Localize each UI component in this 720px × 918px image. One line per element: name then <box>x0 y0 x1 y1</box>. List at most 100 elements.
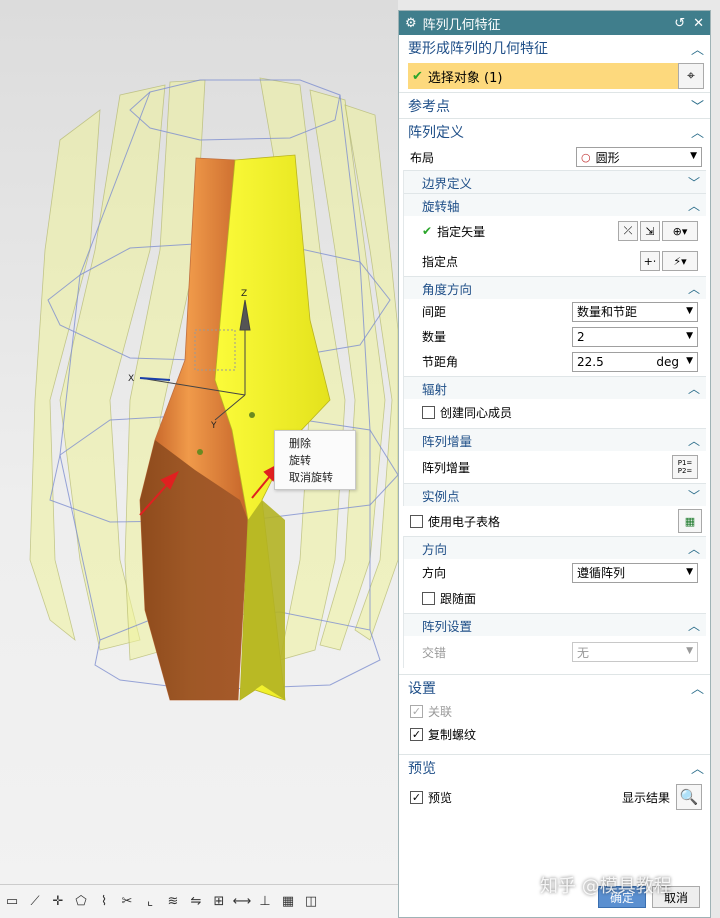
rotation-axis-header[interactable]: 旋转轴 ︿ <box>404 193 706 216</box>
specify-vector-row: ✔ 指定矢量 ⤫ ⇲ ⊕▾ <box>404 216 706 246</box>
instance-point-header[interactable]: 实例点 ﹀ <box>404 483 706 506</box>
radiate-title: 辐射 <box>422 381 448 397</box>
chevron-up-icon: ︿ <box>690 126 704 141</box>
specify-vector-label: 指定矢量 <box>437 224 486 239</box>
create-concentric-checkbox[interactable] <box>422 405 435 419</box>
bottom-toolbar: ▭ ⟋ ✛ ⬠ ⌇ ✂ ⌞ ≋ ⇋ ⊞ ⟷ ⊥ ▦ ◫ <box>0 884 398 918</box>
pattern-increment-label: 阵列增量 <box>422 460 471 475</box>
spacing-select[interactable]: 数量和节距 ▼ <box>572 301 698 322</box>
dialog-title-bar: ⚙ 阵列几何特征 ↺ ✕ <box>399 11 710 35</box>
direction-title: 方向 <box>422 541 448 557</box>
dropdown-arrow-icon: ▼ <box>686 646 693 656</box>
pattern-settings-header[interactable]: 阵列设置 ︿ <box>404 613 706 636</box>
dimension-icon[interactable]: ⟷ <box>232 892 252 912</box>
spreadsheet-row: 使用电子表格 ▦ <box>399 506 710 536</box>
pitch-angle-input[interactable]: 22.5 deg ▼ <box>572 351 698 372</box>
specify-point-row: 指定点 +⋅ ⚡▾ <box>404 246 706 276</box>
stagger-value: 无 <box>577 645 590 660</box>
layout-value: 圆形 <box>595 150 620 165</box>
circle-layout-icon: ○ <box>581 150 591 164</box>
crosshair-icon[interactable]: ⌖ <box>678 63 704 89</box>
point-type-dropdown[interactable]: ⚡▾ <box>662 251 698 271</box>
watermark: 知乎 @模具教程 <box>540 876 672 897</box>
mirror-icon[interactable]: ⇋ <box>186 892 206 912</box>
close-icon[interactable]: ✕ <box>693 16 704 31</box>
boundary-header[interactable]: 边界定义 ﹀ <box>404 170 706 193</box>
radiate-header[interactable]: 辐射 ︿ <box>404 376 706 399</box>
reference-point-header[interactable]: 参考点 ﹀ <box>399 92 710 118</box>
associative-checkbox: ✓ <box>410 704 423 718</box>
direction-body: 方向 ︿ 方向 遵循阵列 ▼ 跟随面 阵列设置 ︿ 交错 无 ▼ <box>403 536 706 668</box>
select-object-bar[interactable]: ✔ 选择对象 (1) ⌖ <box>408 63 704 89</box>
axis-z-label: Z <box>241 289 247 299</box>
pattern-definition-header[interactable]: 阵列定义 ︿ <box>399 118 710 144</box>
pattern-increment-icon[interactable]: P1= P2= <box>672 455 698 479</box>
axis-x-label: X <box>128 374 134 384</box>
count-label: 数量 <box>422 330 447 344</box>
chevron-up-icon: ︿ <box>690 682 704 697</box>
settings-title: 设置 <box>408 680 436 697</box>
geometry-section-header[interactable]: 要形成阵列的几何特征 ︿ <box>399 35 710 61</box>
chevron-down-icon: ﹀ <box>690 100 704 115</box>
constraint-icon[interactable]: ⊥ <box>255 892 275 912</box>
context-menu-rotate[interactable]: 旋转 <box>275 452 355 469</box>
curve-icon[interactable]: ⌇ <box>94 892 114 912</box>
count-row: 数量 2 ▼ <box>404 324 706 349</box>
point-dialog-icon[interactable]: +⋅ <box>640 251 660 271</box>
pattern-icon[interactable]: ⊞ <box>209 892 229 912</box>
angle-direction-header[interactable]: 角度方向 ︿ <box>404 276 706 299</box>
copy-threads-checkbox[interactable]: ✓ <box>410 727 423 741</box>
rectangle-icon[interactable]: ▭ <box>2 892 22 912</box>
instance-point-title: 实例点 <box>422 488 460 504</box>
shape-icon[interactable]: ⬠ <box>71 892 91 912</box>
grid-icon[interactable]: ▦ <box>278 892 298 912</box>
offset-icon[interactable]: ≋ <box>163 892 183 912</box>
select-object-label: 选择对象 (1) <box>427 70 503 86</box>
magnifier-icon[interactable]: 🔍 <box>676 784 702 810</box>
3d-viewport[interactable]: X Y Z 删除 旋转 取消旋转 <box>0 0 398 918</box>
pattern-increment-header[interactable]: 阵列增量 ︿ <box>404 428 706 451</box>
context-menu-delete[interactable]: 删除 <box>275 435 355 452</box>
show-result-label: 显示结果 <box>621 790 670 805</box>
reset-icon[interactable]: ↺ <box>674 16 685 31</box>
geometry-section-title: 要形成阵列的几何特征 <box>408 41 548 57</box>
dialog-title: 阵列几何特征 <box>422 17 501 33</box>
reference-point-title: 参考点 <box>408 98 450 115</box>
vector-type-dropdown[interactable]: ⊕▾ <box>662 221 698 241</box>
preview-title: 预览 <box>408 760 436 777</box>
use-spreadsheet-checkbox[interactable] <box>410 514 423 528</box>
rotation-axis-title: 旋转轴 <box>422 198 460 214</box>
direction-header[interactable]: 方向 ︿ <box>404 536 706 559</box>
settings-header[interactable]: 设置 ︿ <box>399 674 710 700</box>
direction-select[interactable]: 遵循阵列 ▼ <box>572 562 698 583</box>
context-menu-cancel-rotate[interactable]: 取消旋转 <box>275 469 355 486</box>
chevron-up-icon: ︿ <box>687 618 700 633</box>
spacing-row: 间距 数量和节距 ▼ <box>404 299 706 324</box>
checkmark-icon: ✔ <box>422 224 433 238</box>
use-spreadsheet-label: 使用电子表格 <box>428 514 501 529</box>
preview-checkbox[interactable]: ✓ <box>410 790 423 804</box>
plus-icon[interactable]: ✛ <box>48 892 68 912</box>
layout-select[interactable]: ○ 圆形 ▼ <box>576 147 702 167</box>
dropdown-arrow-icon: ▼ <box>686 355 693 366</box>
chevron-up-icon: ︿ <box>687 541 700 556</box>
axis-y-label: Y <box>210 421 217 431</box>
preview-header[interactable]: 预览 ︿ <box>399 754 710 780</box>
pitch-angle-label: 节距角 <box>422 355 459 369</box>
spreadsheet-icon[interactable]: ▦ <box>678 509 702 533</box>
vector-dialog-icon[interactable]: ⇲ <box>640 221 660 241</box>
trim-icon[interactable]: ✂ <box>117 892 137 912</box>
associative-label: 关联 <box>428 704 453 719</box>
follow-face-label: 跟随面 <box>440 591 477 606</box>
corner-icon[interactable]: ⌞ <box>140 892 160 912</box>
chevron-down-icon: ﹀ <box>687 175 700 190</box>
display-icon[interactable]: ◫ <box>301 892 321 912</box>
reverse-direction-icon[interactable]: ⤫ <box>618 221 638 241</box>
follow-face-checkbox[interactable] <box>422 591 435 605</box>
polyline-icon[interactable]: ⟋ <box>25 892 45 912</box>
count-input[interactable]: 2 ▼ <box>572 326 698 347</box>
context-menu: 删除 旋转 取消旋转 <box>274 430 356 490</box>
associative-row: ✓ 关联 <box>399 700 710 722</box>
count-value: 2 <box>577 329 585 344</box>
pitch-angle-row: 节距角 22.5 deg ▼ <box>404 349 706 374</box>
